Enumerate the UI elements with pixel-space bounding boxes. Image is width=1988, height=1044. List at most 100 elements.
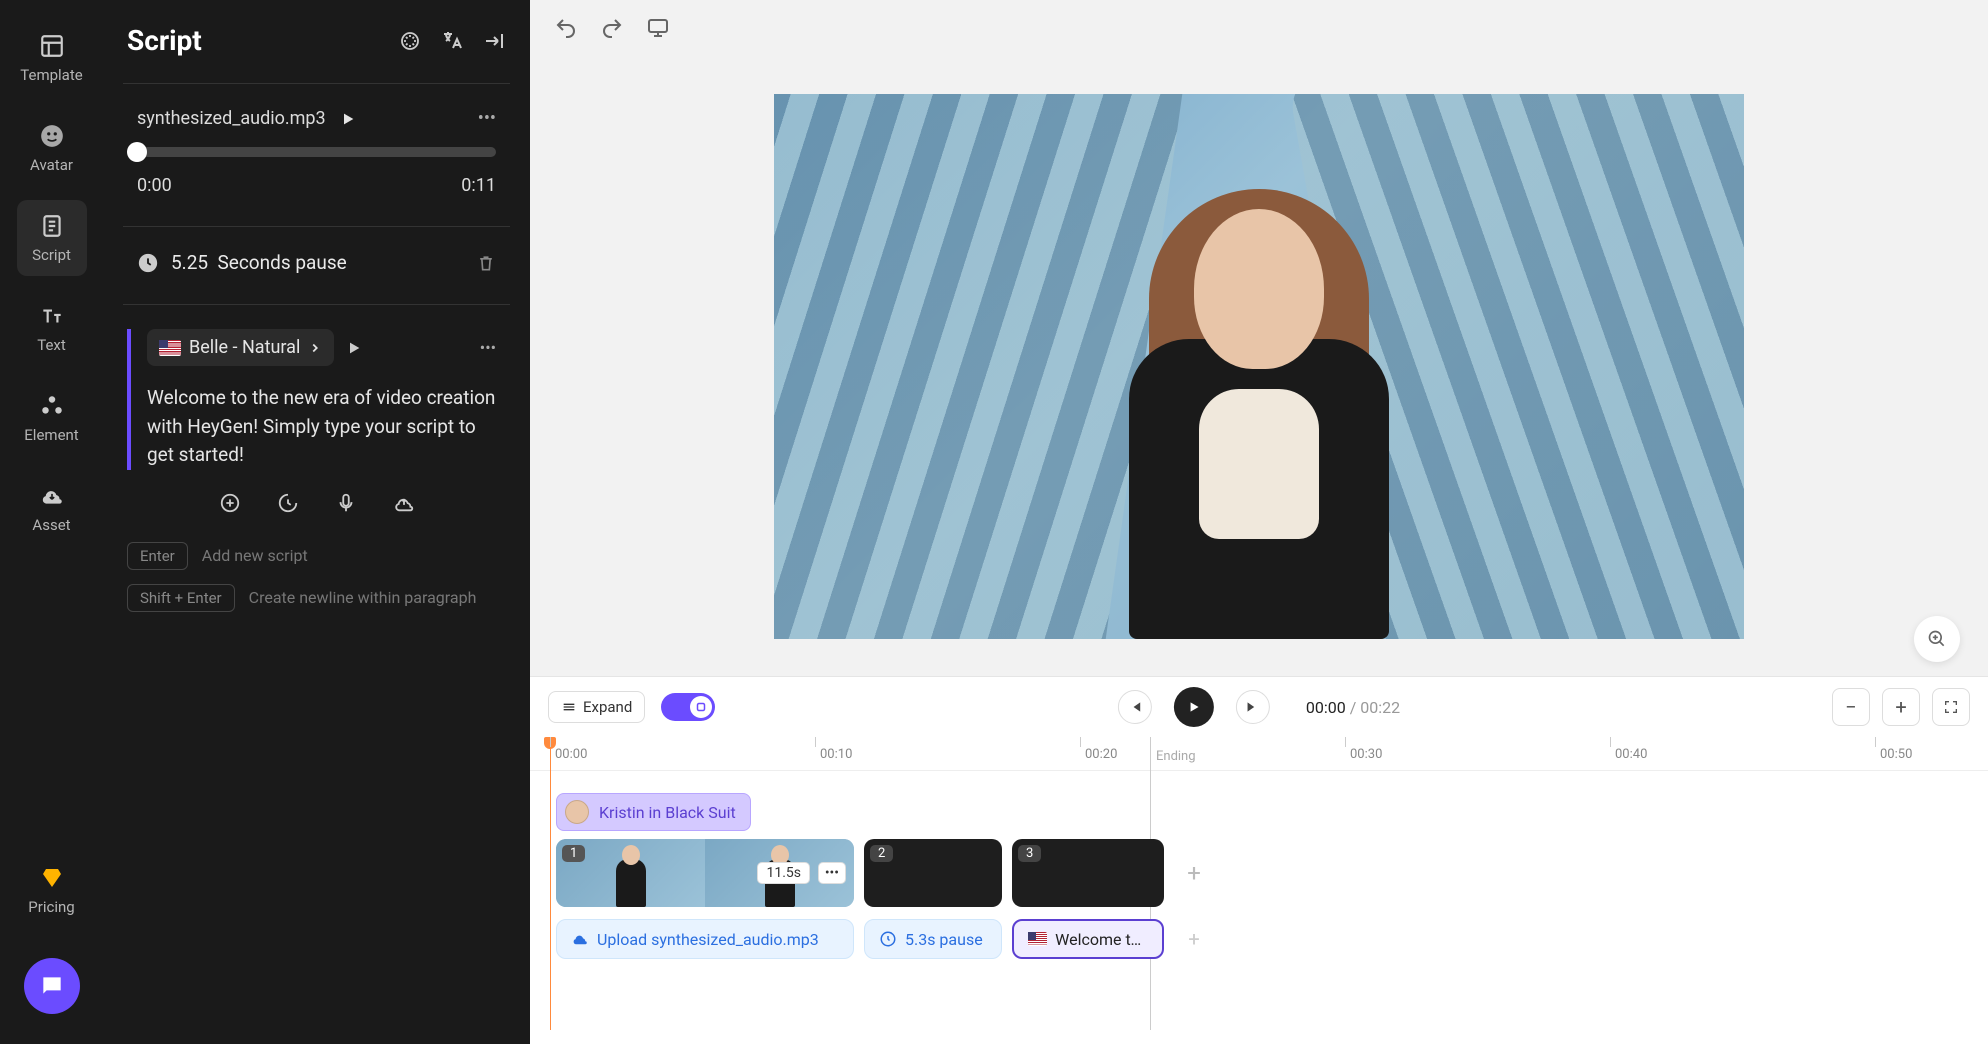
- timeline-tracks: Kristin in Black Suit 1 11.5s ••• 2 3: [530, 771, 1988, 795]
- hint-text: Add new script: [202, 546, 308, 565]
- audio-current: 0:00: [137, 175, 172, 196]
- slider-thumb[interactable]: [127, 142, 147, 162]
- upload-icon[interactable]: [393, 492, 415, 514]
- fit-button[interactable]: [1932, 688, 1970, 726]
- expand-button[interactable]: Expand: [548, 691, 645, 723]
- nav-template[interactable]: Template: [17, 20, 87, 96]
- element-icon: [38, 392, 66, 420]
- zoom-out-button[interactable]: −: [1832, 688, 1870, 726]
- avatar-figure: [1079, 139, 1439, 639]
- upload-icon: [571, 930, 589, 948]
- time-current: 00:00: [1306, 698, 1346, 717]
- redo-icon[interactable]: [600, 16, 624, 40]
- nav-label: Avatar: [30, 156, 73, 174]
- nav-label: Pricing: [28, 898, 74, 916]
- clip-more-icon[interactable]: •••: [818, 862, 846, 884]
- play-icon[interactable]: [340, 111, 356, 127]
- avatar-thumbnail: [565, 800, 589, 824]
- voice-name: Belle - Natural: [189, 337, 300, 358]
- ruler-tick: 00:10: [815, 737, 852, 747]
- zoom-in-button[interactable]: +: [1882, 688, 1920, 726]
- pause-value: 5.25: [171, 251, 208, 274]
- chevron-right-icon: [308, 341, 322, 355]
- skip-forward-button[interactable]: [1236, 690, 1270, 724]
- us-flag-icon: [159, 340, 181, 356]
- zoom-button[interactable]: [1914, 616, 1960, 662]
- more-icon[interactable]: •••: [478, 108, 496, 129]
- avatar-icon: [38, 122, 66, 150]
- hint-text: Create newline within paragraph: [249, 588, 477, 607]
- add-clip-button[interactable]: +: [1174, 853, 1214, 893]
- timeline-time: 00:00 / 00:22: [1306, 698, 1400, 717]
- nav-avatar[interactable]: Avatar: [17, 110, 87, 186]
- audio-slider[interactable]: [137, 147, 496, 157]
- more-icon[interactable]: •••: [480, 338, 496, 357]
- play-button[interactable]: [1174, 687, 1214, 727]
- script-text[interactable]: Welcome to the new era of video creation…: [147, 384, 496, 470]
- hint-key: Enter: [127, 542, 188, 570]
- play-icon[interactable]: [346, 340, 362, 356]
- video-canvas[interactable]: [774, 94, 1744, 639]
- pause-block: 5.25 Seconds pause: [127, 251, 506, 274]
- clip-number: 2: [870, 845, 893, 862]
- mic-icon[interactable]: [335, 492, 357, 514]
- text-icon: [38, 302, 66, 330]
- nav-label: Template: [20, 66, 82, 84]
- clip-number: 3: [1018, 845, 1041, 862]
- chip-label: Welcome to...: [1055, 930, 1148, 949]
- canvas-area: [530, 56, 1988, 676]
- timeline-ruler[interactable]: 00:00 00:10 00:20 Ending 00:30 00:40 00:…: [530, 737, 1988, 771]
- track-name: Kristin in Black Suit: [599, 803, 736, 822]
- timeline-toggle[interactable]: [661, 693, 715, 721]
- script-tools: [127, 492, 506, 514]
- nav-text[interactable]: Text: [17, 290, 87, 366]
- clock-icon: [137, 252, 159, 274]
- avatar-track-label[interactable]: Kristin in Black Suit: [556, 793, 751, 831]
- audio-block: synthesized_audio.mp3 ••• 0:00 0:11: [127, 108, 506, 196]
- keyboard-hints: Enter Add new script Shift + Enter Creat…: [127, 542, 506, 612]
- timeline-clip-1[interactable]: 1 11.5s •••: [556, 839, 854, 907]
- panel-title: Script: [127, 24, 202, 57]
- nav-script[interactable]: Script: [17, 200, 87, 276]
- hint-key: Shift + Enter: [127, 584, 235, 612]
- nav-label: Script: [32, 246, 71, 264]
- clip-duration: 11.5s: [757, 862, 810, 884]
- chat-button[interactable]: [24, 958, 80, 1014]
- canvas-toolbar: [530, 0, 1988, 56]
- ending-label: Ending: [1150, 749, 1196, 764]
- timeline: Expand 00:00 / 00:22 − + 00:00: [530, 676, 1988, 1044]
- translate-icon[interactable]: [440, 29, 464, 53]
- ai-sparkle-icon[interactable]: [398, 29, 422, 53]
- pause-chip[interactable]: 5.3s pause: [864, 919, 1002, 959]
- chip-label: Upload synthesized_audio.mp3: [597, 930, 819, 949]
- asset-icon: [38, 482, 66, 510]
- script-chip[interactable]: Welcome to...: [1012, 919, 1164, 959]
- speed-icon[interactable]: [277, 492, 299, 514]
- monitor-icon[interactable]: [646, 16, 670, 40]
- clip-number: 1: [562, 845, 585, 862]
- add-icon[interactable]: [219, 492, 241, 514]
- voice-selector[interactable]: Belle - Natural: [147, 329, 334, 366]
- undo-icon[interactable]: [554, 16, 578, 40]
- nav-element[interactable]: Element: [17, 380, 87, 456]
- nav-label: Asset: [32, 516, 70, 534]
- skip-back-button[interactable]: [1118, 690, 1152, 724]
- us-flag-icon: [1028, 932, 1047, 946]
- nav-pricing[interactable]: Pricing: [17, 852, 87, 928]
- timeline-toolbar: Expand 00:00 / 00:22 − +: [530, 677, 1988, 737]
- panel-header: Script: [127, 24, 506, 57]
- ruler-tick: 00:50: [1875, 737, 1912, 747]
- audio-chip[interactable]: Upload synthesized_audio.mp3: [556, 919, 854, 959]
- template-icon: [38, 32, 66, 60]
- add-chip-button[interactable]: +: [1174, 919, 1214, 959]
- nav-asset[interactable]: Asset: [17, 470, 87, 546]
- expand-label: Expand: [583, 698, 632, 716]
- time-duration: 00:22: [1360, 698, 1400, 717]
- timeline-clip-2[interactable]: 2: [864, 839, 1002, 907]
- pause-label: Seconds pause: [217, 251, 346, 274]
- timeline-clip-3[interactable]: 3: [1012, 839, 1164, 907]
- delete-icon[interactable]: [476, 253, 496, 273]
- export-icon[interactable]: [482, 29, 506, 53]
- audio-filename: synthesized_audio.mp3: [137, 108, 326, 129]
- audio-total: 0:11: [461, 175, 496, 196]
